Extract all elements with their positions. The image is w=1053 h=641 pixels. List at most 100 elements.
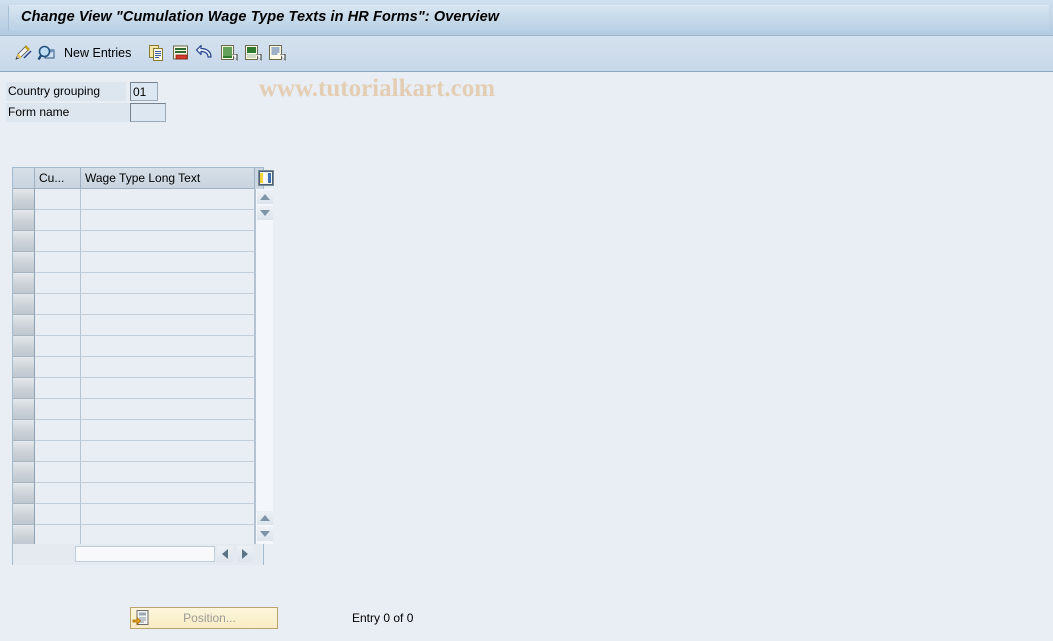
copy-icon[interactable] <box>146 41 168 65</box>
row-selector-button[interactable] <box>13 273 35 294</box>
table-row[interactable] <box>13 399 263 420</box>
table-row[interactable] <box>13 231 263 252</box>
row-selector-button[interactable] <box>13 420 35 441</box>
table-row[interactable] <box>13 336 263 357</box>
cell-cu[interactable] <box>35 273 81 294</box>
row-selector-button[interactable] <box>13 399 35 420</box>
table-row[interactable] <box>13 252 263 273</box>
row-selector-button[interactable] <box>13 336 35 357</box>
cell-cu[interactable] <box>35 504 81 525</box>
country-grouping-label: Country grouping <box>6 82 126 101</box>
overview-table: Cu... Wage Type Long Text <box>12 167 274 565</box>
cell-wage-type-long-text[interactable] <box>81 504 255 525</box>
cell-wage-type-long-text[interactable] <box>81 441 255 462</box>
cell-cu[interactable] <box>35 231 81 252</box>
cell-wage-type-long-text[interactable] <box>81 252 255 273</box>
select-all-icon[interactable] <box>218 41 240 65</box>
row-selector-button[interactable] <box>13 483 35 504</box>
cell-cu[interactable] <box>35 441 81 462</box>
new-entries-button[interactable]: New Entries <box>64 41 131 65</box>
table-horizontal-scrollbar[interactable] <box>13 544 263 565</box>
cell-wage-type-long-text[interactable] <box>81 315 255 336</box>
scroll-right-arrow[interactable] <box>237 546 253 562</box>
table-row[interactable] <box>13 294 263 315</box>
cell-wage-type-long-text[interactable] <box>81 462 255 483</box>
row-selector-button[interactable] <box>13 462 35 483</box>
position-button[interactable]: Position... <box>130 607 278 629</box>
entry-status: Entry 0 of 0 <box>352 611 414 625</box>
cell-cu[interactable] <box>35 252 81 273</box>
cell-cu[interactable] <box>35 294 81 315</box>
undo-icon[interactable] <box>194 41 216 65</box>
scroll-left-arrow[interactable] <box>217 546 233 562</box>
horizontal-scroll-track[interactable] <box>75 546 215 562</box>
cell-cu[interactable] <box>35 189 81 210</box>
row-selector-button[interactable] <box>13 231 35 252</box>
table-settings-icon[interactable] <box>258 170 274 186</box>
cell-cu[interactable] <box>35 315 81 336</box>
scroll-up-arrow[interactable] <box>257 190 273 204</box>
cell-wage-type-long-text[interactable] <box>81 525 255 544</box>
cell-cu[interactable] <box>35 420 81 441</box>
row-selector-button[interactable] <box>13 294 35 315</box>
cell-cu[interactable] <box>35 357 81 378</box>
table-row[interactable] <box>13 462 263 483</box>
row-selector-button[interactable] <box>13 525 35 544</box>
row-selector-button[interactable] <box>13 441 35 462</box>
table-vertical-scrollbar[interactable] <box>255 189 273 544</box>
application-toolbar: New Entries www.tutorialkart.com <box>0 36 1053 102</box>
scroll-down-arrow[interactable] <box>257 527 273 541</box>
cell-cu[interactable] <box>35 336 81 357</box>
table-row[interactable] <box>13 504 263 525</box>
table-row[interactable] <box>13 420 263 441</box>
magnifier-details-icon[interactable] <box>36 41 58 65</box>
table-row[interactable] <box>13 525 263 544</box>
delete-row-icon[interactable] <box>170 41 192 65</box>
country-grouping-input[interactable] <box>130 82 158 101</box>
row-selector-button[interactable] <box>13 504 35 525</box>
cell-cu[interactable] <box>35 462 81 483</box>
table-row[interactable] <box>13 483 263 504</box>
cell-wage-type-long-text[interactable] <box>81 231 255 252</box>
row-selector-button[interactable] <box>13 357 35 378</box>
table-row[interactable] <box>13 273 263 294</box>
cell-wage-type-long-text[interactable] <box>81 420 255 441</box>
row-selector-button[interactable] <box>13 189 35 210</box>
cell-wage-type-long-text[interactable] <box>81 378 255 399</box>
position-button-label: Position... <box>183 611 236 625</box>
scroll-up-arrow-bottom[interactable] <box>257 511 273 525</box>
table-header-corner[interactable] <box>13 168 35 189</box>
cell-cu[interactable] <box>35 483 81 504</box>
form-name-input[interactable] <box>130 103 166 122</box>
cell-wage-type-long-text[interactable] <box>81 294 255 315</box>
row-selector-button[interactable] <box>13 252 35 273</box>
cell-wage-type-long-text[interactable] <box>81 483 255 504</box>
cell-cu[interactable] <box>35 399 81 420</box>
scroll-down-arrow-top[interactable] <box>257 206 273 220</box>
display-change-icon[interactable] <box>12 41 34 65</box>
table-row[interactable] <box>13 441 263 462</box>
cell-wage-type-long-text[interactable] <box>81 210 255 231</box>
cell-wage-type-long-text[interactable] <box>81 189 255 210</box>
column-header-cu[interactable]: Cu... <box>35 168 81 189</box>
row-selector-button[interactable] <box>13 315 35 336</box>
table-row[interactable] <box>13 189 263 210</box>
column-header-wage-type-long-text[interactable]: Wage Type Long Text <box>81 168 255 189</box>
window-title-bar: Change View "Cumulation Wage Type Texts … <box>0 0 1053 36</box>
cell-cu[interactable] <box>35 378 81 399</box>
cell-cu[interactable] <box>35 210 81 231</box>
table-row[interactable] <box>13 357 263 378</box>
row-selector-button[interactable] <box>13 378 35 399</box>
deselect-all-icon[interactable] <box>266 41 288 65</box>
select-block-icon[interactable] <box>242 41 264 65</box>
field-row-country-grouping: Country grouping <box>0 82 180 101</box>
cell-wage-type-long-text[interactable] <box>81 273 255 294</box>
row-selector-button[interactable] <box>13 210 35 231</box>
cell-wage-type-long-text[interactable] <box>81 336 255 357</box>
table-row[interactable] <box>13 210 263 231</box>
cell-wage-type-long-text[interactable] <box>81 399 255 420</box>
table-row[interactable] <box>13 315 263 336</box>
table-row[interactable] <box>13 378 263 399</box>
cell-wage-type-long-text[interactable] <box>81 357 255 378</box>
cell-cu[interactable] <box>35 525 81 544</box>
